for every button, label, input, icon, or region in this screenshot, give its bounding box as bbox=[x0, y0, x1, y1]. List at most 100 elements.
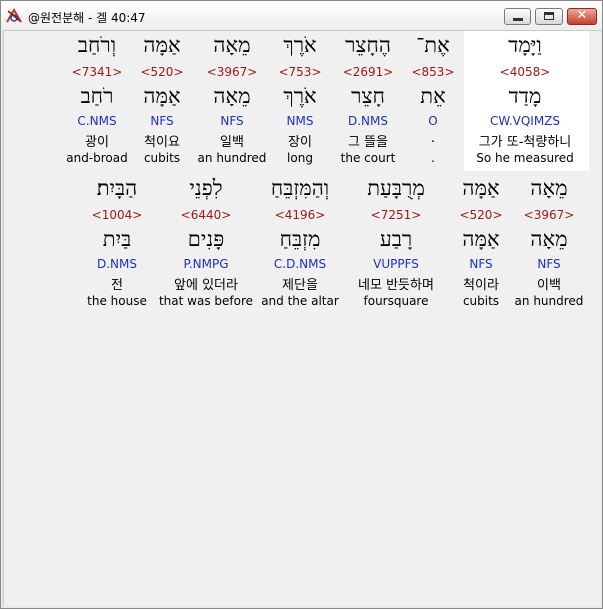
strong-number: <6440> bbox=[180, 208, 232, 222]
hebrew-word: אַמָּה bbox=[462, 176, 500, 200]
korean-gloss: . bbox=[430, 131, 436, 146]
interlinear-panel: וַיָּמָד <4058> מָדַד CW.VQIMZS 그가 또-척량하니 So … bbox=[3, 30, 601, 606]
korean-gloss: 네모 반듯하며 bbox=[358, 278, 434, 293]
strong-number: <853> bbox=[411, 65, 455, 79]
english-gloss: foursquare bbox=[363, 294, 429, 308]
korean-gloss: 제단을 bbox=[282, 278, 318, 293]
strong-number: <4196> bbox=[274, 208, 326, 222]
strong-number: <520> bbox=[459, 208, 503, 222]
minimize-icon bbox=[513, 18, 523, 21]
english-gloss: long bbox=[287, 151, 313, 165]
close-icon: ✕ bbox=[576, 8, 588, 23]
strong-number: <753> bbox=[278, 65, 322, 79]
lemma-word: מֵאָה bbox=[213, 84, 251, 108]
hebrew-word: אֶת־ bbox=[416, 33, 450, 57]
strong-number: <1004> bbox=[91, 208, 143, 222]
parse-code: NFS bbox=[469, 257, 493, 271]
title-bar[interactable]: @원전분해 - 겔 40:47 ✕ bbox=[1, 1, 602, 32]
hebrew-word: אַמָּה bbox=[143, 33, 181, 57]
korean-gloss: 장이 bbox=[288, 135, 312, 150]
lemma-word: אֹרֶךְ bbox=[283, 84, 317, 108]
word-cell[interactable]: אַמָּה <520> אַמָּה NFS 척이요 cubits bbox=[132, 31, 192, 171]
word-cell[interactable]: וְהַמִּזְבֵּחַ <4196> מִזְבֵּחַ C.D.NMS 제단을 a… bbox=[255, 174, 345, 314]
lemma-word: מֵאָה bbox=[530, 227, 568, 251]
english-gloss: cubits bbox=[462, 294, 500, 308]
hebrew-word: מֵאָה bbox=[213, 33, 251, 57]
strong-number: <7251> bbox=[370, 208, 422, 222]
korean-gloss: 척이요 bbox=[144, 135, 180, 150]
word-cell[interactable]: וַיָּמָד <4058> מָדַד CW.VQIMZS 그가 또-척량하니 So … bbox=[465, 31, 585, 171]
korean-gloss: 앞에 있더라 bbox=[174, 278, 238, 293]
word-cell[interactable]: וְרֹחַב <7341> רֹחַב C.NMS 광이 and-broad bbox=[62, 31, 132, 171]
lemma-word: מִזְבֵּחַ bbox=[279, 227, 321, 251]
parse-code: NFS bbox=[537, 257, 561, 271]
korean-gloss: 일백 bbox=[220, 135, 244, 150]
english-gloss: an hundred bbox=[197, 151, 267, 165]
hebrew-word: וְרֹחַב bbox=[77, 33, 117, 57]
lemma-word: אֵת bbox=[420, 84, 446, 108]
korean-gloss: 척이라 bbox=[463, 278, 499, 293]
hebrew-word: הַבָּיִת׃ bbox=[96, 176, 138, 200]
parse-code: O bbox=[428, 114, 438, 128]
korean-gloss: 그 뜰을 bbox=[347, 135, 388, 150]
strong-number: <7341> bbox=[71, 65, 123, 79]
korean-gloss: 전 bbox=[111, 278, 123, 293]
maximize-icon bbox=[544, 12, 554, 20]
english-gloss: that was before bbox=[158, 294, 254, 308]
parse-code: C.D.NMS bbox=[273, 257, 327, 271]
parse-code: NMS bbox=[286, 114, 314, 128]
hebrew-word: מְרֻבָּעַת bbox=[367, 176, 425, 200]
word-cell[interactable]: מֵאָה <3967> מֵאָה NFS 이백 an hundred bbox=[509, 174, 589, 314]
lemma-word: בַּיִת bbox=[102, 227, 132, 251]
parse-code: NFS bbox=[150, 114, 174, 128]
strong-number: <4058> bbox=[499, 65, 551, 79]
lemma-word: פָּנִים bbox=[187, 227, 225, 251]
main-window: @원전분해 - 겔 40:47 ✕ וַיָּמָד <4058> מָדַד CW.… bbox=[0, 0, 603, 609]
parse-code: P.NMPG bbox=[183, 257, 229, 271]
lemma-word: חָצֵר bbox=[351, 84, 385, 108]
word-cell[interactable]: אֶת־ <853> אֵת O.. bbox=[403, 31, 463, 171]
lemma-word: רֹחַב bbox=[80, 84, 114, 108]
parse-code: VUPPFS bbox=[373, 257, 419, 271]
lemma-word: אַמָּה bbox=[462, 227, 500, 251]
word-cell[interactable]: הַבָּיִת׃ <1004> בַּיִת D.NMS 전 the house bbox=[82, 174, 152, 314]
korean-gloss: 이백 bbox=[537, 278, 561, 293]
close-button[interactable]: ✕ bbox=[567, 8, 597, 25]
word-cell[interactable]: מֵאָה <3967> מֵאָה NFS 일백 an hundred bbox=[192, 31, 272, 171]
english-gloss: So he measured bbox=[476, 151, 574, 165]
minimize-button[interactable] bbox=[504, 8, 531, 25]
parse-code: NFS bbox=[220, 114, 244, 128]
strong-number: <3967> bbox=[206, 65, 258, 79]
word-cell[interactable]: אַמָּה <520> אַמָּה NFS 척이라 cubits bbox=[451, 174, 511, 314]
hebrew-word: וַיָּמָד bbox=[508, 33, 542, 57]
word-cell[interactable]: אֹרֶךְ <753> אֹרֶךְ NMS 장이 long bbox=[265, 31, 335, 171]
parse-code: D.NMS bbox=[96, 257, 137, 271]
lemma-word: רָבַע bbox=[379, 227, 413, 251]
hebrew-word: הֶחָצֵר bbox=[345, 33, 391, 57]
korean-gloss: 광이 bbox=[85, 135, 109, 150]
lemma-word: אַמָּה bbox=[143, 84, 181, 108]
hebrew-word: אֹרֶךְ bbox=[283, 33, 317, 57]
english-gloss: and-broad bbox=[66, 151, 128, 165]
parse-code: CW.VQIMZS bbox=[489, 114, 561, 128]
parse-code: D.NMS bbox=[347, 114, 388, 128]
hebrew-word: וְהַמִּזְבֵּחַ bbox=[270, 176, 330, 200]
strong-number: <520> bbox=[140, 65, 184, 79]
hebrew-word: מֵאָה bbox=[530, 176, 568, 200]
app-logo-icon bbox=[6, 8, 22, 23]
english-gloss: cubits bbox=[143, 151, 181, 165]
english-gloss: and the altar bbox=[261, 294, 339, 308]
strong-number: <2691> bbox=[342, 65, 394, 79]
word-cell[interactable]: הֶחָצֵר <2691> חָצֵר D.NMS 그 뜰을 the court bbox=[333, 31, 403, 171]
hebrew-word: לִפְנֵי bbox=[189, 176, 223, 200]
word-cell[interactable]: מְרֻבָּעַת <7251> רָבַע VUPPFS 네모 반듯하며 foursq… bbox=[341, 174, 451, 314]
window-title: @원전분해 - 겔 40:47 bbox=[28, 11, 146, 25]
maximize-button[interactable] bbox=[535, 8, 563, 25]
english-gloss: the house bbox=[87, 294, 147, 308]
english-gloss: an hundred bbox=[514, 294, 584, 308]
english-gloss: . bbox=[431, 151, 435, 165]
word-cell[interactable]: לִפְנֵי <6440> פָּנִים P.NMPG 앞에 있더라 that was… bbox=[156, 174, 256, 314]
strong-number: <3967> bbox=[523, 208, 575, 222]
parse-code: C.NMS bbox=[77, 114, 117, 128]
english-gloss: the court bbox=[340, 151, 396, 165]
